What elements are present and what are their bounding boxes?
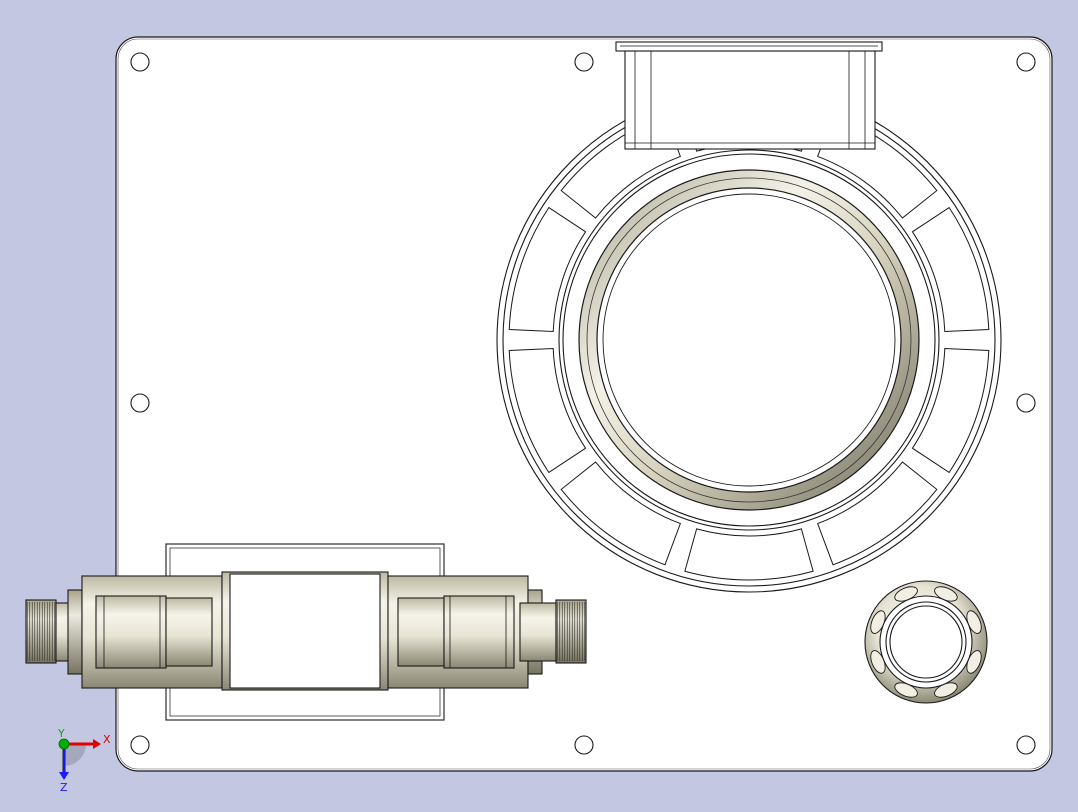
mounting-hole[interactable] (1016, 735, 1036, 755)
z-axis-label: Z (60, 781, 68, 792)
graphics-viewport[interactable]: X Y Z (0, 0, 1078, 808)
right-housing-slot (397, 597, 445, 667)
shaft-assembly[interactable] (25, 571, 587, 691)
mounting-hole[interactable] (574, 52, 594, 72)
right-collar (519, 602, 557, 662)
x-axis-label: X (103, 733, 111, 746)
right-housing-flat (443, 595, 515, 669)
mounting-hole[interactable] (1016, 52, 1036, 72)
z-axis-arrow-icon (59, 772, 69, 780)
left-spline[interactable] (25, 599, 57, 664)
left-housing-slot (165, 597, 213, 667)
mounting-hole[interactable] (130, 52, 150, 72)
x-axis-arrow-icon (93, 739, 101, 749)
mounting-hole[interactable] (1016, 393, 1036, 413)
inlet-body (624, 50, 876, 150)
y-axis-label: Y (57, 728, 65, 740)
left-housing-flat (95, 595, 167, 669)
inlet-lip (615, 41, 883, 52)
center-shaft-face (229, 573, 381, 689)
drain-knob[interactable] (864, 580, 988, 704)
model-drawing[interactable] (0, 0, 1078, 808)
mounting-hole[interactable] (574, 735, 594, 755)
left-nut (67, 589, 83, 675)
inlet-housing[interactable] (615, 41, 883, 150)
knob-bore (889, 605, 963, 679)
mounting-hole[interactable] (130, 393, 150, 413)
mounting-hole[interactable] (130, 735, 150, 755)
bearing-bore[interactable] (596, 187, 902, 493)
y-axis-dot-icon (58, 738, 70, 750)
orientation-triad[interactable]: X Y Z (46, 728, 116, 792)
right-spline[interactable] (555, 599, 587, 664)
flange-rib-slot (684, 528, 814, 581)
